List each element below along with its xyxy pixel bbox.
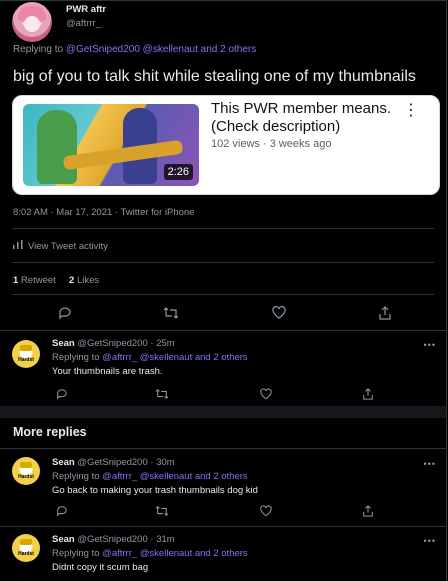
replying-to: Replying to @aftrrr_ @skellenaut and 2 o… [52,352,248,363]
share-icon[interactable] [362,388,374,400]
replying-handles-link[interactable]: @GetSniped200 @skellenaut and 2 others [66,44,256,55]
replying-handles-link[interactable]: @aftrrr_ @skellenaut and 2 others [102,548,248,559]
more-replies-heading: More replies [13,425,87,439]
reply-icon[interactable] [56,388,68,400]
tweet-actions [0,306,446,322]
author-name[interactable]: PWR aftr [66,4,106,15]
reply-author[interactable]: Sean @GetSniped200 · 31m [52,534,175,545]
replying-to: Replying to @GetSniped200 @skellenaut an… [13,44,256,55]
view-activity-link[interactable]: View Tweet activity [13,240,108,252]
video-duration: 2:26 [163,164,193,180]
reply-icon[interactable] [57,306,73,320]
divider [12,228,434,229]
retweet-icon[interactable] [155,388,169,400]
divider [0,448,446,449]
avatar[interactable]: Hardst [12,457,40,485]
tweet-text: big of you to talk shit while stealing o… [13,68,416,85]
replying-prefix: Replying to [13,44,64,55]
reply-text: Didnt copy it scum bag [52,562,149,573]
reply-actions [0,388,446,402]
reply-tweet[interactable]: Hardst Sean @GetSniped200 · 30m Replying… [0,457,446,512]
share-icon[interactable] [377,306,393,320]
engagement-stats: 1 Retweet 2 Likes [13,275,99,286]
divider [12,294,434,295]
avatar[interactable]: Hardst [12,340,40,368]
retweet-icon[interactable] [155,505,169,517]
reply-author[interactable]: Sean @GetSniped200 · 30m [52,457,175,468]
tweet-timestamp[interactable]: 8:02 AM · Mar 17, 2021 · Twitter for iPh… [13,207,194,218]
avatar[interactable]: Hardst [12,534,40,562]
link-card[interactable]: 2:26 This PWR member means. (Check descr… [12,95,440,195]
bar-chart-icon [13,240,23,249]
crown-icon [20,462,32,468]
card-title[interactable]: This PWR member means. (Check descriptio… [211,100,411,136]
crown-icon [20,345,32,351]
replying-handles-link[interactable]: @aftrrr_ @skellenaut and 2 others [102,471,248,482]
section-gap [0,406,446,418]
reply-actions [0,505,446,519]
divider [0,526,446,527]
reply-tweet[interactable]: Hardst Sean @GetSniped200 · 31m Replying… [0,534,446,581]
more-icon[interactable]: ••• [424,459,436,469]
activity-label: View Tweet activity [28,241,108,252]
likes-stat[interactable]: 2 Likes [69,275,99,286]
heart-icon[interactable] [271,306,287,319]
card-meta: 102 views · 3 weeks ago [211,138,332,150]
avatar-badge-text: Hardst [18,551,34,557]
reply-icon[interactable] [56,505,68,517]
more-icon[interactable]: ••• [424,340,436,350]
crown-icon [20,539,32,545]
reply-author[interactable]: Sean @GetSniped200 · 25m [52,338,175,349]
more-options-icon[interactable]: ⋮ [403,103,419,119]
heart-icon[interactable] [260,388,272,400]
replying-handles-link[interactable]: @aftrrr_ @skellenaut and 2 others [102,352,248,363]
replying-to: Replying to @aftrrr_ @skellenaut and 2 o… [52,471,248,482]
retweet-icon[interactable] [163,306,179,320]
avatar-badge-text: Hardst [18,357,34,363]
divider [12,262,434,263]
reply-text: Your thumbnails are trash. [52,366,163,377]
author-handle[interactable]: @aftrrr_ [66,18,101,29]
video-thumbnail[interactable]: 2:26 [23,104,199,186]
reply-text: Go back to making your trash thumbnails … [52,485,258,496]
share-icon[interactable] [362,505,374,517]
replying-to: Replying to @aftrrr_ @skellenaut and 2 o… [52,548,248,559]
divider [0,330,446,331]
heart-icon[interactable] [260,505,272,517]
avatar[interactable] [12,2,52,42]
retweets-stat[interactable]: 1 Retweet [13,275,56,286]
divider [0,0,446,1]
more-icon[interactable]: ••• [424,536,436,546]
avatar-badge-text: Hardst [18,474,34,480]
